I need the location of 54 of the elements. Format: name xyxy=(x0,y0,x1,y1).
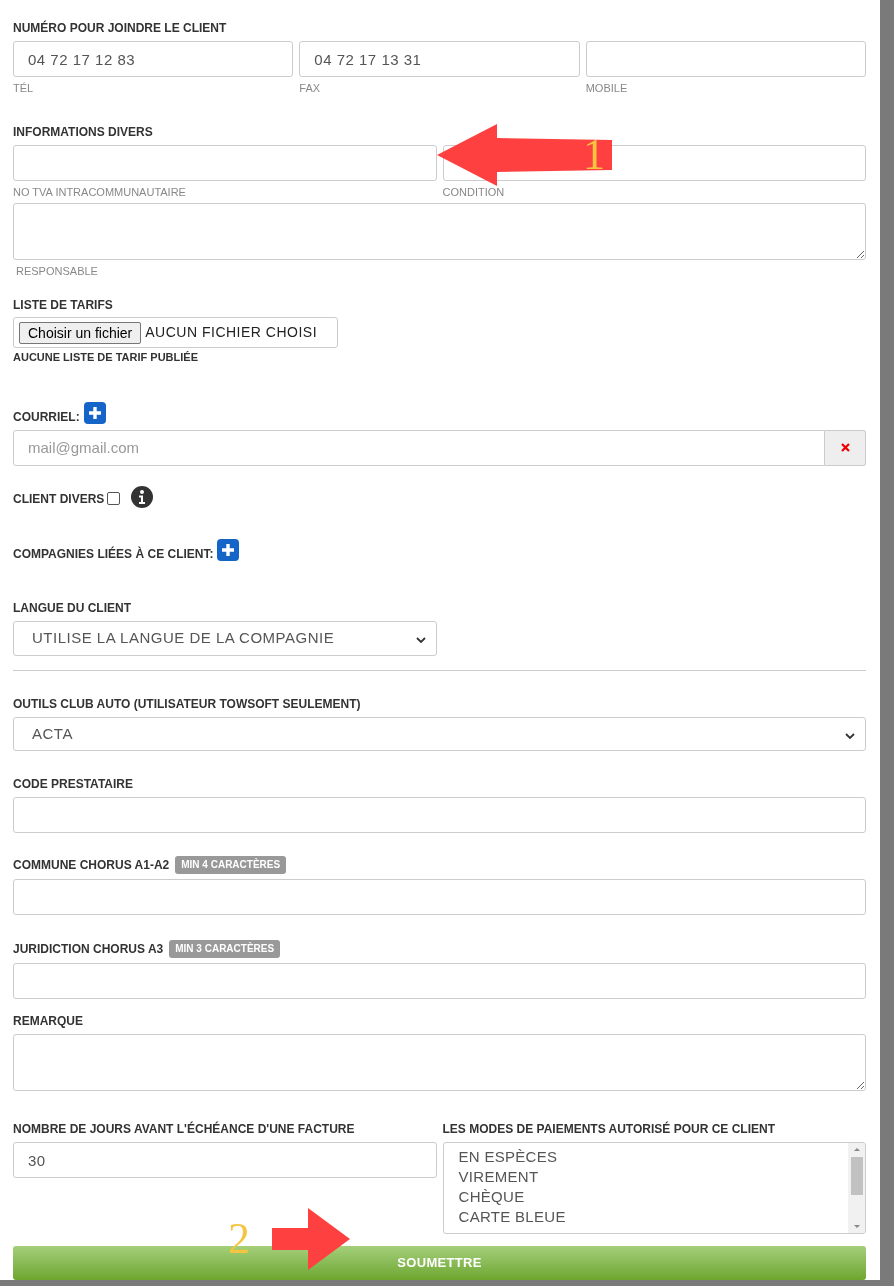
file-status: AUCUN FICHIER CHOISI xyxy=(145,323,318,343)
email-field[interactable]: mail@gmail.com xyxy=(13,429,825,466)
section-label: LES MODES DE PAIEMENTS AUTORISÉ POUR CE CLIENT xyxy=(442,1122,776,1137)
chevron-down-icon xyxy=(845,733,855,741)
section-label: CODE PRESTATAIRE xyxy=(13,777,134,792)
text-field[interactable] xyxy=(13,878,866,915)
language-select[interactable]: UTILISE LA LANGUE DE LA COMPAGNIE xyxy=(13,620,437,657)
text-field[interactable] xyxy=(13,797,866,833)
add-icon[interactable] xyxy=(217,538,240,561)
choose-file-button[interactable]: Choisir un fichier xyxy=(19,321,142,344)
hint-badge: MIN 4 CARACTÈRES xyxy=(175,855,287,874)
field-caption: CONDITION xyxy=(442,186,506,199)
chevron-down-icon xyxy=(416,636,426,644)
list-option[interactable]: CHÈQUE xyxy=(458,1187,525,1208)
section-label: JURIDICTION CHORUS A3 xyxy=(13,941,164,956)
club-select[interactable]: ACTA xyxy=(13,717,866,752)
scrollbar[interactable] xyxy=(848,1143,865,1234)
section-label: CLIENT DIVERS xyxy=(13,491,105,506)
section-label: NUMÉRO POUR JOINDRE LE CLIENT xyxy=(13,21,228,35)
days-field[interactable]: 30 xyxy=(13,1142,437,1179)
field-caption: NO TVA INTRACOMMUNAUTAIRE xyxy=(13,186,187,199)
tariff-note: AUCUNE LISTE DE TARIF PUBLIÉE xyxy=(13,350,199,366)
section-label: OUTILS CLUB AUTO (UTILISATEUR TOWSOFT SEULEMENT) xyxy=(13,697,362,712)
phone-field[interactable]: 04 72 17 13 31 xyxy=(299,41,580,77)
callout-number: 1 xyxy=(583,133,605,177)
text-area[interactable] xyxy=(13,203,866,261)
text-area[interactable] xyxy=(13,1033,866,1092)
text-field[interactable] xyxy=(13,962,866,999)
text-field[interactable] xyxy=(13,145,437,181)
section-label: LISTE DE TARIFS xyxy=(13,298,114,313)
close-icon xyxy=(840,443,850,453)
list-option[interactable]: VIREMENT xyxy=(458,1167,539,1188)
section-label: INFORMATIONS DIVERS xyxy=(13,125,154,139)
checkbox[interactable] xyxy=(107,492,121,506)
section-label: NOMBRE DE JOURS AVANT L'ÉCHÉANCE D'UNE FACTURE xyxy=(13,1122,356,1137)
file-input[interactable]: Choisir un fichier AUCUN FICHIER CHOISI xyxy=(13,317,338,349)
field-caption: MOBILE xyxy=(585,82,629,95)
field-caption: RESPONSABLE xyxy=(16,265,99,279)
remove-button[interactable] xyxy=(825,429,866,466)
list-option[interactable]: EN ESPÈCES xyxy=(458,1147,558,1168)
field-caption: FAX xyxy=(299,82,322,95)
section-label: COURRIEL: xyxy=(13,409,80,424)
section-label: COMPAGNIES LIÉES À CE CLIENT: xyxy=(13,546,214,561)
phone-field[interactable] xyxy=(585,41,866,77)
phone-field[interactable]: 04 72 17 12 83 xyxy=(13,41,294,77)
list-option[interactable]: CARTE BLEUE xyxy=(458,1207,566,1228)
hint-badge: MIN 3 CARACTÈRES xyxy=(169,939,281,958)
info-icon[interactable] xyxy=(131,485,154,508)
payment-list[interactable]: EN ESPÈCES VIREMENT CHÈQUE CARTE BLEUE xyxy=(442,1142,866,1235)
section-label: LANGUE DU CLIENT xyxy=(13,600,132,615)
section-label: REMARQUE xyxy=(13,1013,84,1028)
field-caption: TÉL xyxy=(13,82,35,95)
add-icon[interactable] xyxy=(83,401,106,424)
section-label: COMMUNE CHORUS A1-A2 xyxy=(13,857,170,872)
